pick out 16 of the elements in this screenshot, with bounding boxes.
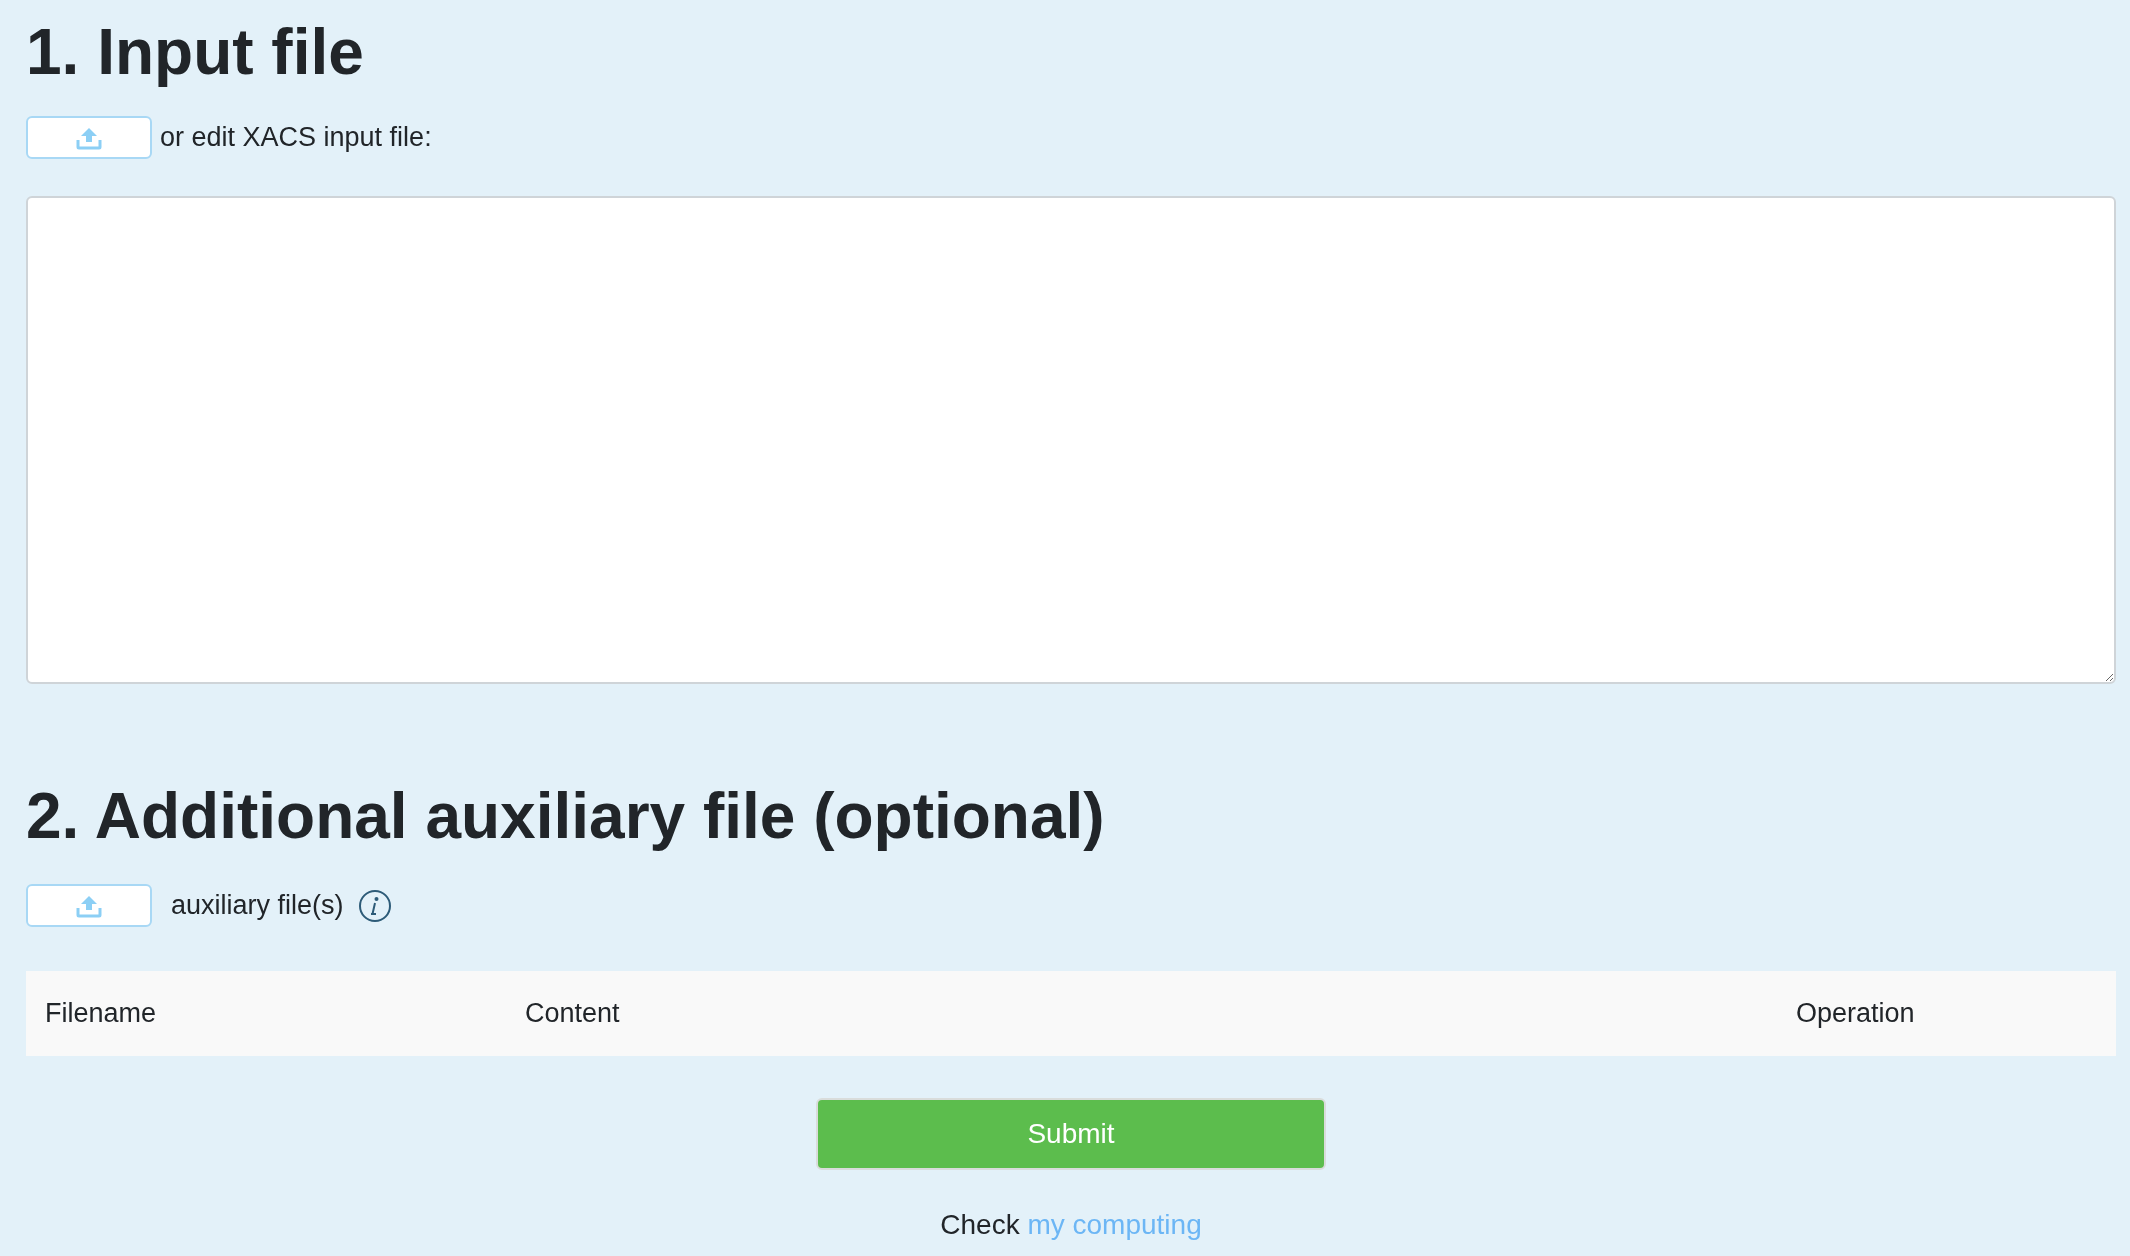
- info-icon[interactable]: [357, 888, 392, 923]
- upload-button[interactable]: [26, 116, 152, 159]
- upload-label: or edit XACS input file:: [160, 121, 432, 155]
- check-text: Check my computing: [940, 1208, 1202, 1242]
- section-heading: 1. Input file: [26, 15, 365, 90]
- upload-button[interactable]: [26, 884, 152, 927]
- upload-icon: [76, 893, 102, 918]
- computing-link[interactable]: my computing: [1027, 1209, 1202, 1240]
- column-header: Filename: [45, 998, 157, 1029]
- column-header: Operation: [1796, 998, 1915, 1029]
- submit-button[interactable]: Submit: [816, 1098, 1326, 1170]
- column-header: Content: [525, 998, 620, 1029]
- section-heading: 2. Additional auxiliary file (optional): [26, 779, 1106, 854]
- upload-icon: [76, 125, 102, 150]
- input-editor[interactable]: [26, 196, 2116, 684]
- upload-label: auxiliary file(s): [171, 889, 344, 923]
